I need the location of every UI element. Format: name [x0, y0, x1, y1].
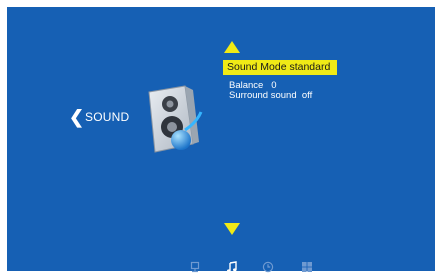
tv-menu-screen: ❮ SOUND Sound Mode standard Balance 0 Su…	[7, 7, 435, 273]
clock-icon[interactable]	[262, 261, 274, 273]
triangle-down-icon[interactable]	[224, 223, 240, 235]
triangle-up-icon[interactable]	[224, 41, 240, 53]
speaker-icon	[148, 85, 203, 153]
category-tab-bar	[189, 261, 319, 273]
menu-item-surround[interactable]: Surround sound off	[229, 91, 312, 101]
menu-items: Balance 0 Surround sound off	[229, 81, 312, 101]
chevron-left-icon: ❮	[69, 107, 85, 127]
menu-item-label: Surround sound	[229, 90, 297, 101]
back-nav[interactable]: ❮ SOUND	[69, 108, 129, 126]
music-note-icon[interactable]	[226, 261, 238, 273]
selected-menu-item[interactable]: Sound Mode standard	[223, 60, 338, 75]
monitor-icon[interactable]	[189, 261, 201, 273]
category-title: SOUND	[85, 110, 130, 124]
grid-icon[interactable]	[301, 261, 313, 273]
menu-item-value: off	[301, 90, 313, 101]
